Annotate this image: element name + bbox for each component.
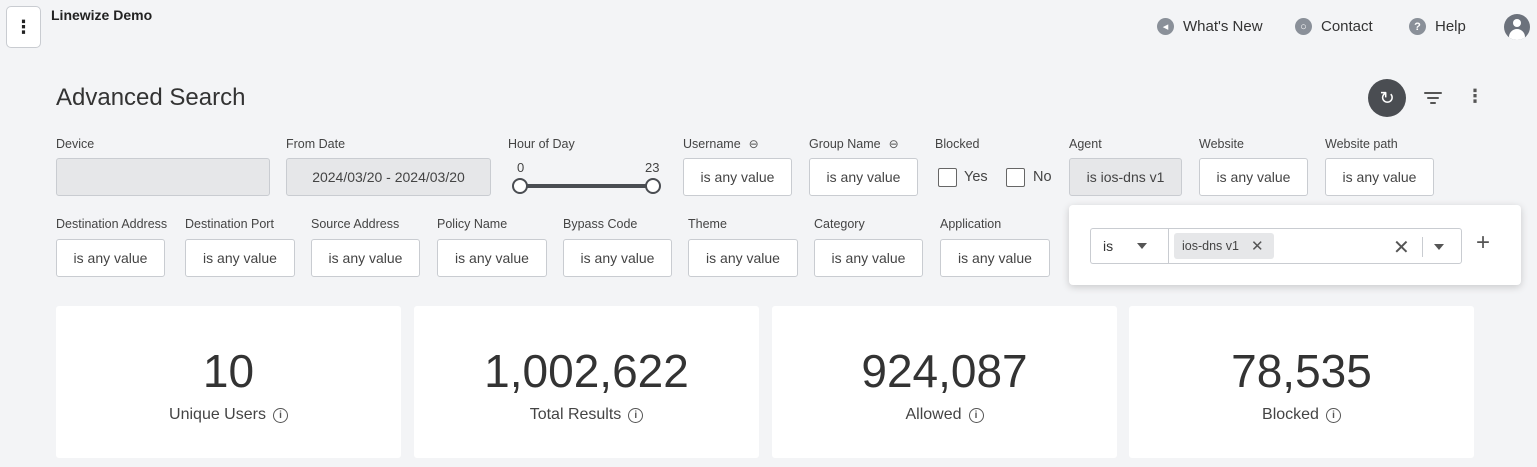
contact-link[interactable]: ○ Contact — [1295, 18, 1373, 35]
policy-name-field[interactable]: is any value — [437, 239, 547, 277]
stat-value: 1,002,622 — [484, 345, 689, 397]
divider — [1422, 237, 1423, 257]
agent-field[interactable]: is ios-dns v1 — [1069, 158, 1182, 196]
page-title: Advanced Search — [56, 84, 246, 111]
stat-card-unique-users: 10 Unique Users i — [56, 306, 401, 458]
theme-field[interactable]: is any value — [688, 239, 798, 277]
theme-label: Theme — [688, 217, 727, 231]
operator-select[interactable]: is — [1090, 228, 1169, 264]
stat-card-total-results: 1,002,622 Total Results i — [414, 306, 759, 458]
megaphone-icon: ◂ — [1157, 18, 1174, 35]
info-icon[interactable]: i — [1325, 408, 1341, 423]
help-icon: ? — [1409, 18, 1426, 35]
category-field[interactable]: is any value — [814, 239, 923, 277]
slider-min-label: 0 — [517, 160, 525, 175]
from-date-label: From Date — [286, 137, 346, 151]
kebab-icon: ⋮ — [14, 16, 33, 37]
application-field[interactable]: is any value — [940, 239, 1050, 277]
destination-port-field[interactable]: is any value — [185, 239, 295, 277]
source-address-label: Source Address — [311, 217, 400, 231]
destination-port-label: Destination Port — [185, 217, 274, 231]
info-icon[interactable]: i — [628, 408, 644, 423]
stat-value: 10 — [202, 345, 255, 397]
clear-icon[interactable]: ✕ — [1393, 235, 1410, 260]
value-select[interactable]: ios-dns v1 ✕ ✕ — [1168, 228, 1462, 264]
device-field[interactable] — [56, 158, 270, 196]
stat-label: Total Results i — [414, 406, 759, 424]
username-label: Username ⊖ — [683, 137, 759, 151]
more-options-icon[interactable]: ⋮ — [1466, 86, 1484, 110]
remove-chip-icon[interactable]: ✕ — [1251, 237, 1264, 255]
agent-filter-popover: is ios-dns v1 ✕ ✕ + — [1069, 205, 1521, 285]
info-icon[interactable]: i — [272, 408, 288, 423]
source-address-field[interactable]: is any value — [311, 239, 420, 277]
stat-card-blocked: 78,535 Blocked i — [1129, 306, 1474, 458]
blocked-no-checkbox[interactable] — [1006, 168, 1025, 187]
chevron-down-icon[interactable] — [1434, 244, 1444, 250]
slider-max-label: 23 — [645, 160, 660, 175]
group-name-label: Group Name ⊖ — [809, 137, 899, 151]
stat-value: 78,535 — [1231, 345, 1372, 397]
username-field[interactable]: is any value — [683, 158, 792, 196]
application-label: Application — [940, 217, 1002, 231]
blocked-label: Blocked — [935, 137, 980, 151]
website-field[interactable]: is any value — [1199, 158, 1308, 196]
slider-max-handle[interactable] — [645, 178, 661, 194]
stat-value: 924,087 — [861, 345, 1028, 397]
link-icon[interactable]: ⊖ — [889, 137, 899, 151]
org-name: Linewize Demo — [51, 7, 153, 23]
chat-icon: ○ — [1295, 18, 1312, 35]
slider-track[interactable] — [520, 184, 654, 188]
bypass-code-label: Bypass Code — [563, 217, 638, 231]
info-icon[interactable]: i — [968, 408, 984, 423]
chevron-down-icon — [1137, 243, 1147, 249]
destination-address-field[interactable]: is any value — [56, 239, 165, 277]
link-icon[interactable]: ⊖ — [749, 137, 759, 151]
stat-label: Allowed i — [772, 406, 1117, 424]
blocked-yes-label: Yes — [964, 169, 988, 185]
bypass-code-field[interactable]: is any value — [563, 239, 672, 277]
top-bar: ⋮ Linewize Demo ◂ What's New ○ Contact ?… — [0, 0, 1537, 60]
filter-icon[interactable] — [1422, 87, 1444, 109]
device-label: Device — [56, 137, 95, 151]
blocked-no-label: No — [1033, 169, 1052, 185]
user-avatar-icon[interactable] — [1504, 14, 1530, 40]
slider-min-handle[interactable] — [512, 178, 528, 194]
main-menu-button[interactable]: ⋮ — [6, 6, 41, 48]
category-label: Category — [814, 217, 865, 231]
website-label: Website — [1199, 137, 1244, 151]
website-path-field[interactable]: is any value — [1325, 158, 1434, 196]
stat-label: Unique Users i — [56, 406, 401, 424]
destination-address-label: Destination Address — [56, 217, 168, 231]
group-name-field[interactable]: is any value — [809, 158, 918, 196]
website-path-label: Website path — [1325, 137, 1398, 151]
hour-of-day-slider[interactable]: 0 23 — [512, 157, 662, 197]
from-date-field[interactable]: 2024/03/20 - 2024/03/20 — [286, 158, 491, 196]
add-value-icon[interactable]: + — [1476, 229, 1490, 257]
refresh-button[interactable]: ↻ — [1368, 79, 1406, 117]
blocked-yes-checkbox[interactable] — [938, 168, 957, 187]
agent-label: Agent — [1069, 137, 1102, 151]
whats-new-link[interactable]: ◂ What's New — [1157, 18, 1263, 35]
policy-name-label: Policy Name — [437, 217, 508, 231]
refresh-icon: ↻ — [1379, 87, 1395, 108]
stat-card-allowed: 924,087 Allowed i — [772, 306, 1117, 458]
selected-value-chip: ios-dns v1 ✕ — [1174, 233, 1274, 259]
stat-label: Blocked i — [1129, 406, 1474, 424]
hour-of-day-label: Hour of Day — [508, 137, 575, 151]
help-link[interactable]: ? Help — [1409, 18, 1466, 35]
